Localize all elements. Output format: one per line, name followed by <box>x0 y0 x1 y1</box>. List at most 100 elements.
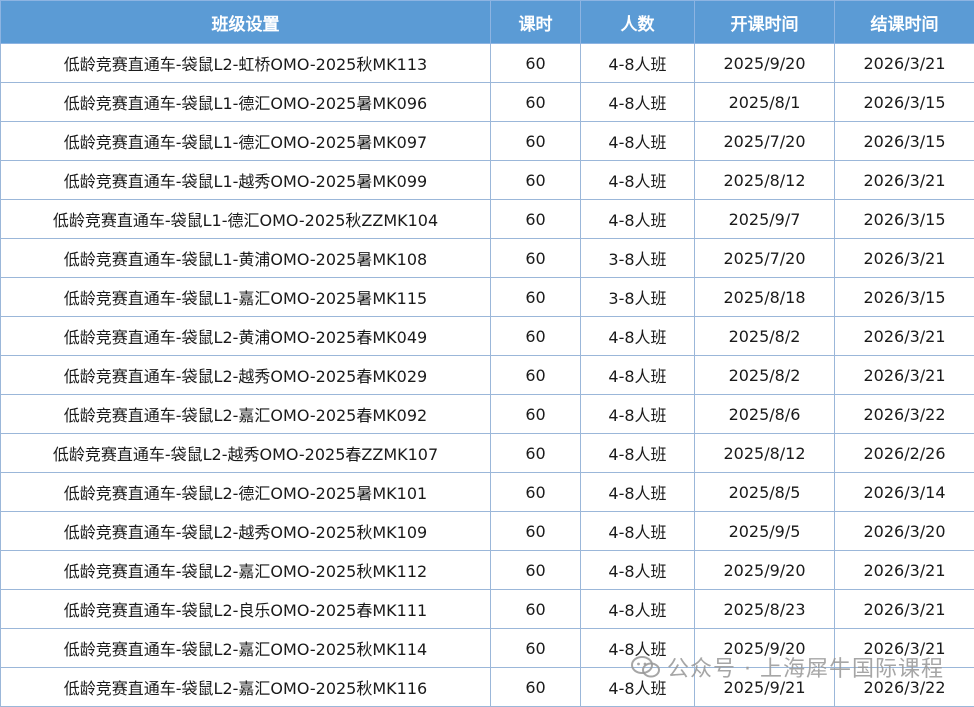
cell-class-setting: 低龄竞赛直通车-袋鼠L2-黄浦OMO-2025春MK049 <box>0 316 491 356</box>
cell-class-hours: 60 <box>490 550 581 590</box>
cell-class-hours: 60 <box>490 472 581 512</box>
cell-class-setting: 低龄竞赛直通车-袋鼠L1-德汇OMO-2025秋ZZMK104 <box>0 199 491 239</box>
cell-end-date: 2026/3/21 <box>834 355 974 395</box>
cell-end-date: 2026/3/21 <box>834 550 974 590</box>
table-row: 低龄竞赛直通车-袋鼠L2-越秀OMO-2025春ZZMK107 60 4-8人班 20… <box>0 433 974 473</box>
table-row: 低龄竞赛直通车-袋鼠L2-良乐OMO-2025春MK111 60 4-8人班 2025… <box>0 589 974 629</box>
cell-class-setting: 低龄竞赛直通车-袋鼠L2-虹桥OMO-2025秋MK113 <box>0 43 491 83</box>
cell-end-date: 2026/3/20 <box>834 511 974 551</box>
cell-end-date: 2026/3/15 <box>834 199 974 239</box>
cell-start-date: 2025/7/20 <box>694 238 835 278</box>
cell-start-date: 2025/9/7 <box>694 199 835 239</box>
cell-class-setting: 低龄竞赛直通车-袋鼠L2-嘉汇OMO-2025春MK092 <box>0 394 491 434</box>
cell-class-size: 4-8人班 <box>580 355 695 395</box>
cell-class-size: 4-8人班 <box>580 199 695 239</box>
table-row: 低龄竞赛直通车-袋鼠L1-德汇OMO-2025暑MK096 60 4-8人班 2025… <box>0 82 974 122</box>
cell-class-setting: 低龄竞赛直通车-袋鼠L2-越秀OMO-2025春MK029 <box>0 355 491 395</box>
table-row: 低龄竞赛直通车-袋鼠L2-虹桥OMO-2025秋MK113 60 4-8人班 2025… <box>0 43 974 83</box>
cell-class-hours: 60 <box>490 394 581 434</box>
cell-class-hours: 60 <box>490 160 581 200</box>
cell-class-size: 4-8人班 <box>580 121 695 161</box>
cell-class-size: 4-8人班 <box>580 394 695 434</box>
cell-class-hours: 60 <box>490 238 581 278</box>
cell-class-size: 4-8人班 <box>580 589 695 629</box>
cell-class-size: 4-8人班 <box>580 160 695 200</box>
table-row: 低龄竞赛直通车-袋鼠L2-嘉汇OMO-2025秋MK116 60 4-8人班 2025… <box>0 667 974 707</box>
cell-class-setting: 低龄竞赛直通车-袋鼠L2-越秀OMO-2025春ZZMK107 <box>0 433 491 473</box>
cell-class-size: 4-8人班 <box>580 511 695 551</box>
cell-end-date: 2026/3/21 <box>834 316 974 356</box>
cell-class-setting: 低龄竞赛直通车-袋鼠L1-嘉汇OMO-2025暑MK115 <box>0 277 491 317</box>
cell-start-date: 2025/9/20 <box>694 628 835 668</box>
table-body: 低龄竞赛直通车-袋鼠L2-虹桥OMO-2025秋MK113 60 4-8人班 2025… <box>0 43 974 707</box>
cell-class-setting: 低龄竞赛直通车-袋鼠L1-德汇OMO-2025暑MK096 <box>0 82 491 122</box>
cell-class-size: 4-8人班 <box>580 43 695 83</box>
cell-end-date: 2026/3/22 <box>834 394 974 434</box>
table-row: 低龄竞赛直通车-袋鼠L1-黄浦OMO-2025暑MK108 60 3-8人班 2025… <box>0 238 974 278</box>
cell-end-date: 2026/3/15 <box>834 277 974 317</box>
cell-class-hours: 60 <box>490 199 581 239</box>
table-row: 低龄竞赛直通车-袋鼠L2-嘉汇OMO-2025秋MK114 60 4-8人班 2025… <box>0 628 974 668</box>
table-row: 低龄竞赛直通车-袋鼠L1-德汇OMO-2025秋ZZMK104 60 4-8人班 20… <box>0 199 974 239</box>
table-header: 班级设置 课时 人数 开课时间 结课时间 <box>0 0 974 44</box>
cell-class-hours: 60 <box>490 433 581 473</box>
cell-class-setting: 低龄竞赛直通车-袋鼠L2-嘉汇OMO-2025秋MK116 <box>0 667 491 707</box>
cell-start-date: 2025/8/2 <box>694 316 835 356</box>
cell-end-date: 2026/3/21 <box>834 43 974 83</box>
table-row: 低龄竞赛直通车-袋鼠L2-越秀OMO-2025秋MK109 60 4-8人班 2025… <box>0 511 974 551</box>
cell-start-date: 2025/8/5 <box>694 472 835 512</box>
cell-end-date: 2026/3/21 <box>834 628 974 668</box>
cell-end-date: 2026/3/21 <box>834 160 974 200</box>
cell-class-hours: 60 <box>490 511 581 551</box>
cell-class-size: 4-8人班 <box>580 472 695 512</box>
header-row: 班级设置 课时 人数 开课时间 结课时间 <box>0 0 974 44</box>
cell-class-size: 4-8人班 <box>580 316 695 356</box>
cell-class-size: 4-8人班 <box>580 550 695 590</box>
header-class-setting: 班级设置 <box>0 0 491 44</box>
cell-start-date: 2025/8/18 <box>694 277 835 317</box>
cell-start-date: 2025/8/6 <box>694 394 835 434</box>
header-class-hours: 课时 <box>490 0 581 44</box>
cell-start-date: 2025/9/5 <box>694 511 835 551</box>
table-row: 低龄竞赛直通车-袋鼠L2-德汇OMO-2025暑MK101 60 4-8人班 2025… <box>0 472 974 512</box>
header-end-date: 结课时间 <box>834 0 974 44</box>
table-row: 低龄竞赛直通车-袋鼠L2-越秀OMO-2025春MK029 60 4-8人班 2025… <box>0 355 974 395</box>
cell-class-hours: 60 <box>490 589 581 629</box>
cell-start-date: 2025/9/20 <box>694 550 835 590</box>
cell-start-date: 2025/8/2 <box>694 355 835 395</box>
cell-class-hours: 60 <box>490 628 581 668</box>
cell-class-setting: 低龄竞赛直通车-袋鼠L2-良乐OMO-2025春MK111 <box>0 589 491 629</box>
cell-start-date: 2025/8/12 <box>694 160 835 200</box>
cell-end-date: 2026/3/21 <box>834 589 974 629</box>
cell-start-date: 2025/7/20 <box>694 121 835 161</box>
cell-class-size: 3-8人班 <box>580 238 695 278</box>
cell-class-hours: 60 <box>490 355 581 395</box>
cell-class-size: 4-8人班 <box>580 82 695 122</box>
cell-class-setting: 低龄竞赛直通车-袋鼠L2-越秀OMO-2025秋MK109 <box>0 511 491 551</box>
cell-class-setting: 低龄竞赛直通车-袋鼠L1-德汇OMO-2025暑MK097 <box>0 121 491 161</box>
cell-end-date: 2026/3/15 <box>834 82 974 122</box>
cell-start-date: 2025/8/12 <box>694 433 835 473</box>
cell-class-size: 4-8人班 <box>580 667 695 707</box>
cell-class-hours: 60 <box>490 121 581 161</box>
cell-class-hours: 60 <box>490 667 581 707</box>
table-row: 低龄竞赛直通车-袋鼠L2-嘉汇OMO-2025秋MK112 60 4-8人班 2025… <box>0 550 974 590</box>
table-row: 低龄竞赛直通车-袋鼠L2-嘉汇OMO-2025春MK092 60 4-8人班 2025… <box>0 394 974 434</box>
cell-end-date: 2026/3/22 <box>834 667 974 707</box>
table-row: 低龄竞赛直通车-袋鼠L2-黄浦OMO-2025春MK049 60 4-8人班 2025… <box>0 316 974 356</box>
cell-class-setting: 低龄竞赛直通车-袋鼠L1-越秀OMO-2025暑MK099 <box>0 160 491 200</box>
cell-class-size: 4-8人班 <box>580 433 695 473</box>
cell-class-setting: 低龄竞赛直通车-袋鼠L2-嘉汇OMO-2025秋MK114 <box>0 628 491 668</box>
cell-start-date: 2025/8/1 <box>694 82 835 122</box>
cell-class-setting: 低龄竞赛直通车-袋鼠L2-德汇OMO-2025暑MK101 <box>0 472 491 512</box>
cell-class-hours: 60 <box>490 43 581 83</box>
header-class-size: 人数 <box>580 0 695 44</box>
cell-class-size: 4-8人班 <box>580 628 695 668</box>
cell-end-date: 2026/2/26 <box>834 433 974 473</box>
cell-class-setting: 低龄竞赛直通车-袋鼠L1-黄浦OMO-2025暑MK108 <box>0 238 491 278</box>
class-schedule-table: 班级设置 课时 人数 开课时间 结课时间 低龄竞赛直通车-袋鼠L2-虹桥OMO-… <box>0 0 974 707</box>
cell-start-date: 2025/9/21 <box>694 667 835 707</box>
header-start-date: 开课时间 <box>694 0 835 44</box>
cell-class-setting: 低龄竞赛直通车-袋鼠L2-嘉汇OMO-2025秋MK112 <box>0 550 491 590</box>
cell-class-hours: 60 <box>490 316 581 356</box>
